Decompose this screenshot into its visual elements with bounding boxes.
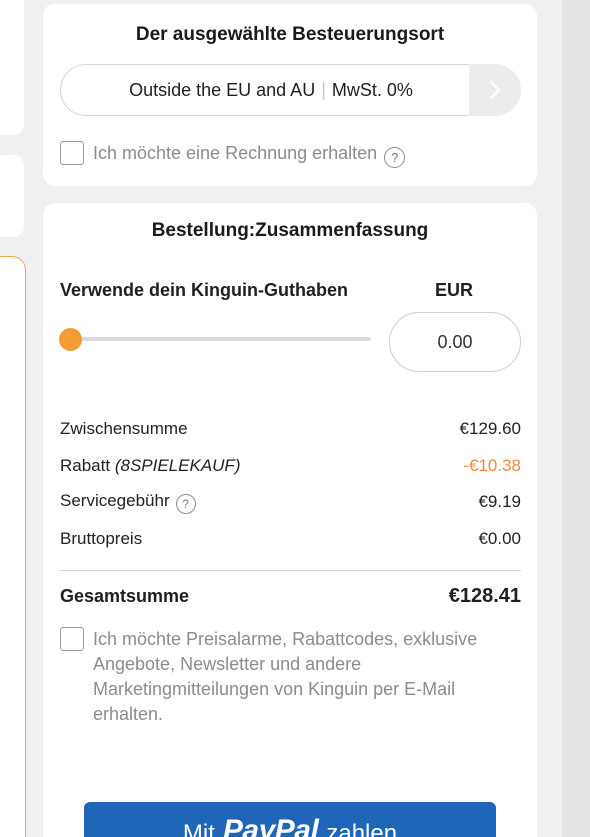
left-column-partial	[0, 0, 30, 837]
discount-value: -€10.38	[463, 456, 521, 475]
total-value: €128.41	[448, 585, 521, 607]
discount-label-group: Rabatt (8SPIELEKAUF)	[60, 456, 240, 476]
discount-row: Rabatt (8SPIELEKAUF) -€10.38	[60, 454, 521, 478]
subtotal-value: €129.60	[459, 419, 521, 438]
total-label: Gesamtsumme	[60, 586, 190, 606]
marketing-consent-label: Ich möchte Preisalarme, Rabattcodes, exk…	[93, 629, 478, 724]
order-summary-card: Bestellung:Zusammenfassung Verwende dein…	[43, 203, 537, 837]
left-card-partial	[0, 155, 24, 237]
invoice-checkbox[interactable]	[60, 141, 84, 165]
total-row: Gesamtsumme €128.41	[60, 585, 521, 608]
invoice-checkbox-label: Ich möchte eine Rechnung erhalten?	[93, 141, 406, 168]
question-circle-icon[interactable]: ?	[384, 147, 406, 168]
left-card-partial	[0, 0, 24, 135]
tax-region-label: Outside the EU and AU	[129, 79, 316, 100]
question-circle-icon[interactable]: ?	[175, 493, 196, 514]
credit-amount-input[interactable]	[389, 312, 521, 372]
chevron-right-icon[interactable]	[469, 63, 521, 116]
service-fee-value: €9.19	[478, 492, 521, 511]
summary-divider	[60, 570, 521, 571]
subtotal-row: Zwischensumme €129.60	[60, 417, 521, 441]
discount-label: Rabatt	[60, 456, 111, 475]
gross-price-label: Bruttopreis	[60, 529, 143, 548]
service-fee-row: Servicegebühr? €9.19	[60, 490, 521, 514]
tax-separator: |	[321, 79, 326, 100]
marketing-consent-checkbox[interactable]	[60, 627, 84, 651]
marketing-consent-row[interactable]: Ich möchte Preisalarme, Rabattcodes, exk…	[60, 627, 520, 727]
paypal-suffix: zahlen	[326, 820, 398, 837]
tax-location-value: Outside the EU and AU | MwSt. 0%	[61, 80, 481, 101]
vat-rate-label: MwSt. 0%	[331, 79, 413, 100]
tax-location-selector[interactable]: Outside the EU and AU | MwSt. 0%	[60, 63, 521, 116]
discount-code: (8SPIELEKAUF)	[114, 456, 241, 475]
service-fee-label: Servicegebühr	[60, 490, 170, 510]
paypal-pay-button[interactable]: Mit PayPal zahlen	[84, 802, 496, 837]
invoice-checkbox-row[interactable]: Ich möchte eine Rechnung erhalten?	[60, 141, 406, 168]
page-scroll-gutter	[562, 0, 590, 837]
paypal-prefix: Mit	[182, 820, 215, 837]
tax-location-title: Der ausgewählte Besteuerungsort	[135, 24, 445, 45]
credit-currency: EUR	[435, 280, 474, 300]
gross-price-row: Bruttopreis €0.00	[60, 527, 521, 551]
service-fee-label-group: Servicegebühr?	[60, 491, 196, 514]
left-highlighted-card-partial	[0, 256, 26, 837]
credit-slider-track[interactable]	[71, 337, 371, 341]
tax-location-card: Der ausgewählte Besteuerungsort Outside …	[43, 4, 537, 186]
order-summary-title: Bestellung:Zusammenfassung	[151, 220, 429, 241]
credit-slider-handle[interactable]	[59, 328, 82, 351]
subtotal-label: Zwischensumme	[60, 419, 188, 438]
credit-label: Verwende dein Kinguin-Guthaben	[60, 280, 349, 300]
paypal-logo: PayPal	[222, 814, 319, 837]
gross-price-value: €0.00	[478, 529, 521, 548]
